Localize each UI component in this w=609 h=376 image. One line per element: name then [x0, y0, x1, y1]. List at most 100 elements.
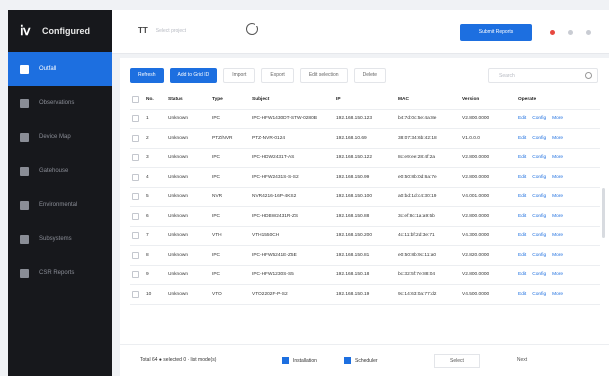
table-cell: 192.168.150.99 — [334, 167, 396, 188]
action-more[interactable]: More — [552, 233, 563, 238]
table-cell: 192.168.150.122 — [334, 148, 396, 168]
search-input[interactable]: Search — [488, 68, 598, 83]
table-cell: Unknown — [166, 284, 210, 305]
sidebar-item-environmental[interactable]: Environmental — [8, 188, 112, 222]
action-more[interactable]: More — [552, 175, 563, 180]
action-config[interactable]: Config — [532, 233, 546, 238]
table-row[interactable]: 4 Unknown IPC IPC-HFW2431S-S-S2 192.168.150.… — [130, 167, 600, 188]
toolbar-button-import[interactable]: Import — [223, 68, 256, 83]
table-row[interactable]: 5 Unknown NVR NVR4216-16P-4KS2 192.168.150.1… — [130, 187, 600, 207]
table-row[interactable]: 6 Unknown IPC IPC-HDBW2431R-ZS 192.168.150.8… — [130, 206, 600, 227]
table-row[interactable]: 3 Unknown IPC IPC-HDW2431T-AS 192.168.150.12… — [130, 148, 600, 168]
toolbar-button-delete[interactable]: Delete — [353, 68, 387, 83]
action-more[interactable]: More — [552, 214, 563, 219]
close-dot[interactable] — [586, 30, 591, 35]
action-edit[interactable]: Edit — [518, 253, 526, 258]
action-config[interactable]: Config — [532, 292, 546, 297]
minimize-dot[interactable] — [568, 30, 573, 35]
toolbar-button-add-to-grid-id[interactable]: Add to Grid ID — [169, 68, 218, 83]
next-button[interactable]: Next — [504, 354, 540, 368]
checkbox[interactable] — [132, 134, 139, 142]
sidebar-item-label: Gatehouse — [39, 168, 69, 174]
legend-scheduler[interactable]: Scheduler — [344, 357, 378, 364]
action-edit[interactable]: Edit — [518, 136, 526, 141]
action-edit[interactable]: Edit — [518, 214, 526, 219]
checkbox[interactable] — [132, 251, 139, 259]
action-edit[interactable]: Edit — [518, 233, 526, 238]
table-row[interactable]: 2 Unknown PTZ/NVR PTZ-NVR-0124 192.168.10.69… — [130, 128, 600, 149]
notification-dot[interactable] — [550, 30, 555, 35]
row-checkbox-cell[interactable] — [130, 245, 144, 266]
action-edit[interactable]: Edit — [518, 116, 526, 121]
checkbox[interactable] — [132, 154, 139, 162]
action-edit[interactable]: Edit — [518, 194, 526, 199]
action-more[interactable]: More — [552, 155, 563, 160]
table-scrollbar[interactable] — [602, 188, 605, 238]
checkbox[interactable] — [132, 96, 139, 104]
action-edit[interactable]: Edit — [518, 292, 526, 297]
project-selector[interactable]: TT Select project — [138, 26, 186, 35]
action-more[interactable]: More — [552, 116, 563, 121]
checkbox[interactable] — [132, 173, 139, 181]
action-config[interactable]: Config — [532, 272, 546, 277]
table-cell: 4c:11:bf:2d:3e:71 — [396, 226, 460, 246]
table-row[interactable]: 7 Unknown VTH VTH1550CH 192.168.150.200 4c:11… — [130, 226, 600, 246]
table-row[interactable]: 8 Unknown IPC IPC-HFW5241E-Z5E 192.168.150.8… — [130, 245, 600, 266]
table-cell: 192.168.150.123 — [334, 109, 396, 129]
action-config[interactable]: Config — [532, 194, 546, 199]
sidebar-item-outfall[interactable]: Outfall — [8, 52, 112, 86]
action-more[interactable]: More — [552, 136, 563, 141]
action-config[interactable]: Config — [532, 253, 546, 258]
action-more[interactable]: More — [552, 272, 563, 277]
header-action-button[interactable]: Submit Reports — [460, 24, 532, 41]
sidebar-item-csr-reports[interactable]: CSR Reports — [8, 256, 112, 290]
action-edit[interactable]: Edit — [518, 155, 526, 160]
sidebar-item-device-map[interactable]: Device Map — [8, 120, 112, 154]
toolbar-button-edit-selection[interactable]: Edit selection — [299, 68, 348, 83]
legend-label: Scheduler — [355, 357, 378, 364]
action-edit[interactable]: Edit — [518, 175, 526, 180]
select-button[interactable]: Select — [434, 354, 480, 368]
row-checkbox-cell[interactable] — [130, 226, 144, 246]
row-checkbox-cell[interactable] — [130, 148, 144, 168]
checkbox[interactable] — [132, 115, 139, 123]
checkbox[interactable] — [132, 271, 139, 279]
sidebar-item-gatehouse[interactable]: Gatehouse — [8, 154, 112, 188]
row-checkbox-cell[interactable] — [130, 206, 144, 227]
action-more[interactable]: More — [552, 194, 563, 199]
table-cell: IPC — [210, 167, 250, 188]
checkbox[interactable] — [132, 290, 139, 298]
sidebar-item-subsystems[interactable]: Subsystems — [8, 222, 112, 256]
sidebar-item-observations[interactable]: Observations — [8, 86, 112, 120]
toolbar-button-refresh[interactable]: Refresh — [130, 68, 164, 83]
select-all-checkbox[interactable] — [130, 91, 144, 110]
row-checkbox-cell[interactable] — [130, 167, 144, 188]
row-actions: Edit Config More — [516, 187, 600, 207]
action-more[interactable]: More — [552, 253, 563, 258]
row-actions: Edit Config More — [516, 167, 600, 188]
table-cell: VTO — [210, 284, 250, 305]
row-checkbox-cell[interactable] — [130, 284, 144, 305]
checkbox[interactable] — [132, 232, 139, 240]
refresh-icon[interactable] — [246, 22, 259, 35]
table-cell: VTO2202F-P-S2 — [250, 284, 334, 305]
action-config[interactable]: Config — [532, 214, 546, 219]
toolbar-button-export[interactable]: Export — [261, 68, 294, 83]
row-checkbox-cell[interactable] — [130, 187, 144, 207]
row-checkbox-cell[interactable] — [130, 109, 144, 129]
legend-installation[interactable]: Installation — [282, 357, 317, 364]
column-header: IP — [334, 91, 396, 110]
action-config[interactable]: Config — [532, 175, 546, 180]
action-config[interactable]: Config — [532, 136, 546, 141]
row-checkbox-cell[interactable] — [130, 128, 144, 149]
row-checkbox-cell[interactable] — [130, 265, 144, 285]
action-edit[interactable]: Edit — [518, 272, 526, 277]
action-config[interactable]: Config — [532, 116, 546, 121]
checkbox[interactable] — [132, 193, 139, 201]
action-config[interactable]: Config — [532, 155, 546, 160]
checkbox[interactable] — [132, 212, 139, 220]
table-row[interactable]: 10 Unknown VTO VTO2202F-P-S2 192.168.150.19 9… — [130, 284, 600, 305]
table-row[interactable]: 1 Unknown IPC IPC-HFW1430DT-STW-0280B 192.16… — [130, 109, 600, 129]
table-row[interactable]: 9 Unknown IPC IPC-HFW1230S-S5 192.168.150.18… — [130, 265, 600, 285]
action-more[interactable]: More — [552, 292, 563, 297]
